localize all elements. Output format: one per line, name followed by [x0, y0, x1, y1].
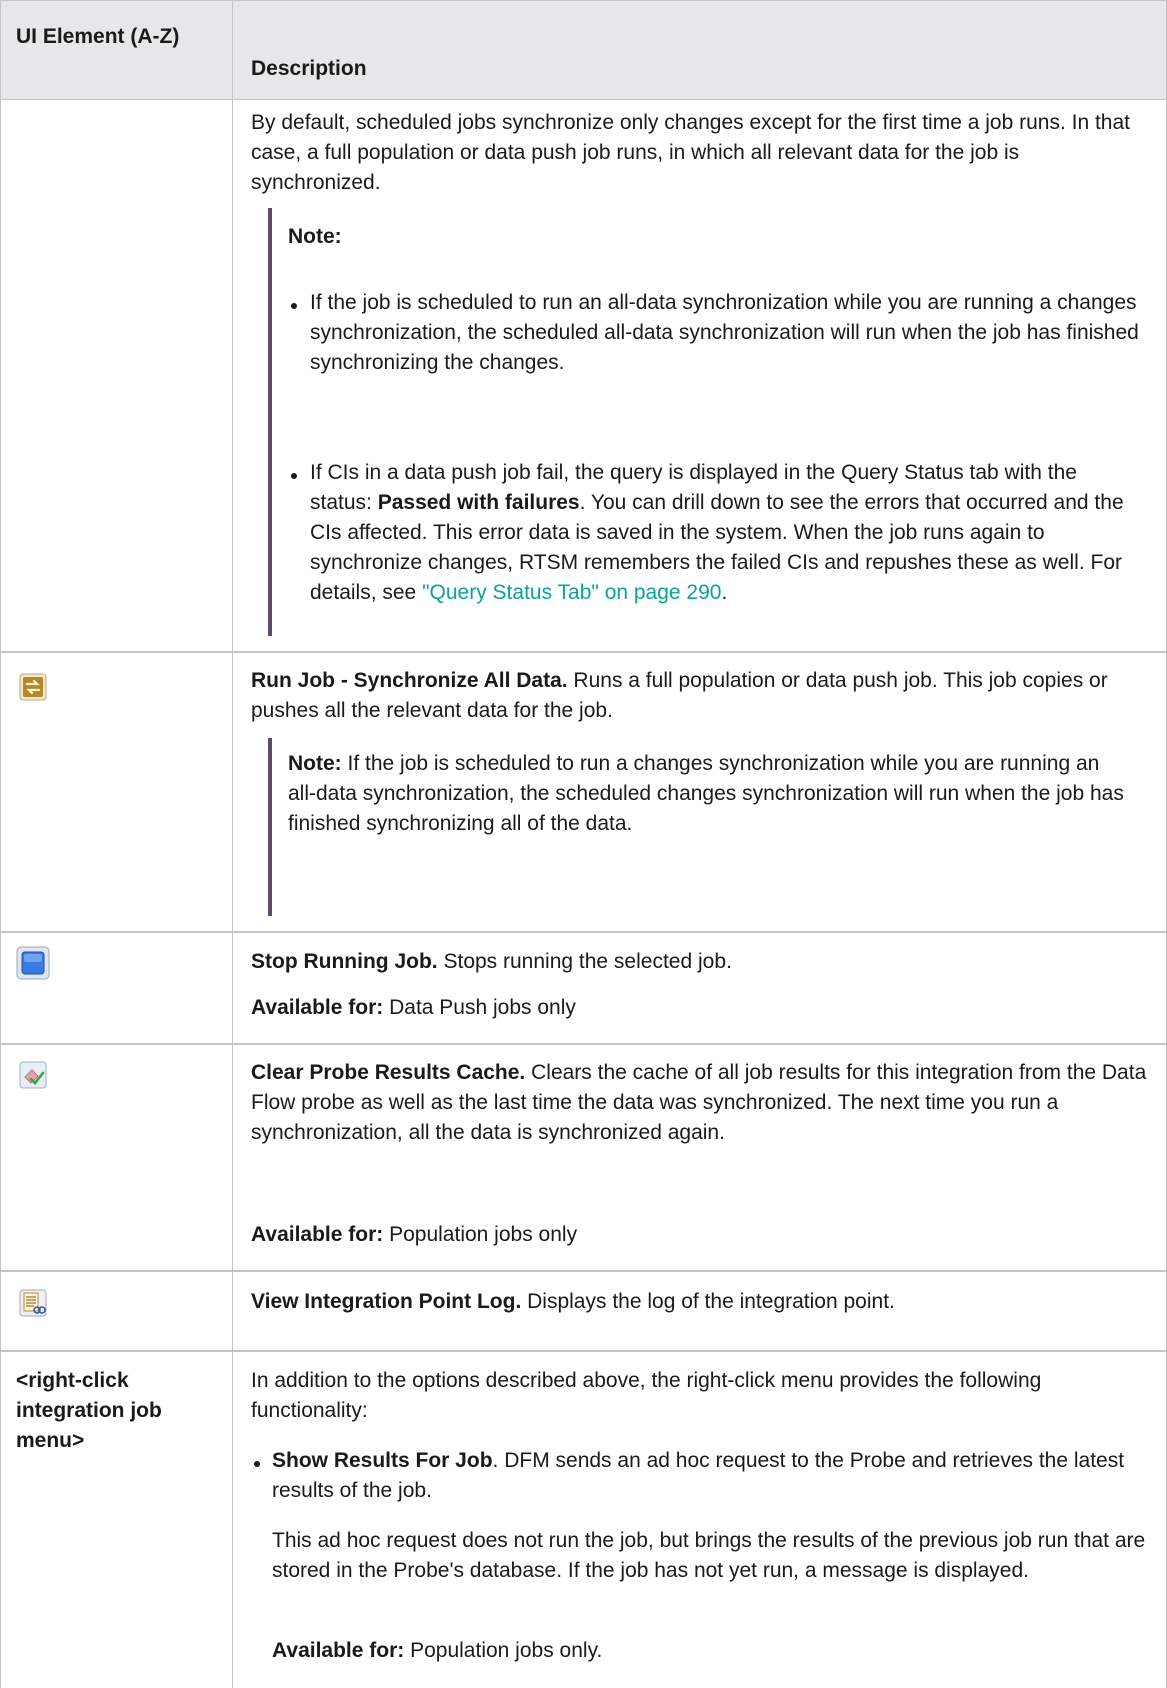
row-divider	[0, 1350, 1167, 1352]
stop-job-description: Stop Running Job. Stops running the sele…	[251, 950, 732, 973]
sync-all-icon	[19, 673, 47, 706]
right-click-menu-element: <right-click integration job menu>	[16, 1369, 162, 1452]
row-divider	[0, 1270, 1167, 1272]
ui-elements-table: UI Element (A-Z) Description By default,…	[0, 0, 1167, 1688]
bullet-dot	[291, 303, 297, 309]
view-log-description: View Integration Point Log. Displays the…	[251, 1290, 895, 1313]
show-results-detail: This ad hoc request does not run the job…	[272, 1529, 1146, 1582]
run-job-description: Run Job - Synchronize All Data. Runs a f…	[251, 669, 1108, 722]
bullet-dot	[291, 473, 297, 479]
intro-paragraph: By default, scheduled jobs synchronize o…	[251, 111, 1130, 194]
header-ui-element: UI Element (A-Z)	[16, 25, 180, 48]
note-bullet-1: If the job is scheduled to run an all-da…	[310, 291, 1139, 374]
query-status-tab-link[interactable]: "Query Status Tab" on page 290	[422, 581, 721, 604]
header-description: Description	[251, 57, 367, 80]
row-divider	[0, 931, 1167, 933]
table-border-left	[0, 0, 1, 1688]
clear-cache-description: Clear Probe Results Cache. Clears the ca…	[251, 1061, 1147, 1144]
table-header: UI Element (A-Z) Description	[0, 0, 1167, 100]
eraser-check-icon	[19, 1061, 47, 1094]
run-job-note: Note: If the job is scheduled to run a c…	[288, 752, 1124, 835]
clear-cache-availability: Available for: Population jobs only	[251, 1223, 578, 1246]
bullet-dot	[254, 1461, 260, 1467]
right-click-intro: In addition to the options described abo…	[251, 1369, 1042, 1422]
note-bullet-2: If CIs in a data push job fail, the quer…	[310, 461, 1124, 604]
stop-icon	[16, 946, 50, 985]
show-results-availability: Available for: Population jobs only.	[272, 1639, 603, 1662]
stop-job-availability: Available for: Data Push jobs only	[251, 996, 576, 1019]
row-divider	[0, 651, 1167, 653]
row-divider	[0, 1043, 1167, 1045]
note-label: Note:	[288, 225, 342, 248]
log-view-icon	[19, 1289, 47, 1322]
show-results-bullet: Show Results For Job. DFM sends an ad ho…	[272, 1449, 1125, 1502]
column-divider	[232, 0, 233, 1688]
